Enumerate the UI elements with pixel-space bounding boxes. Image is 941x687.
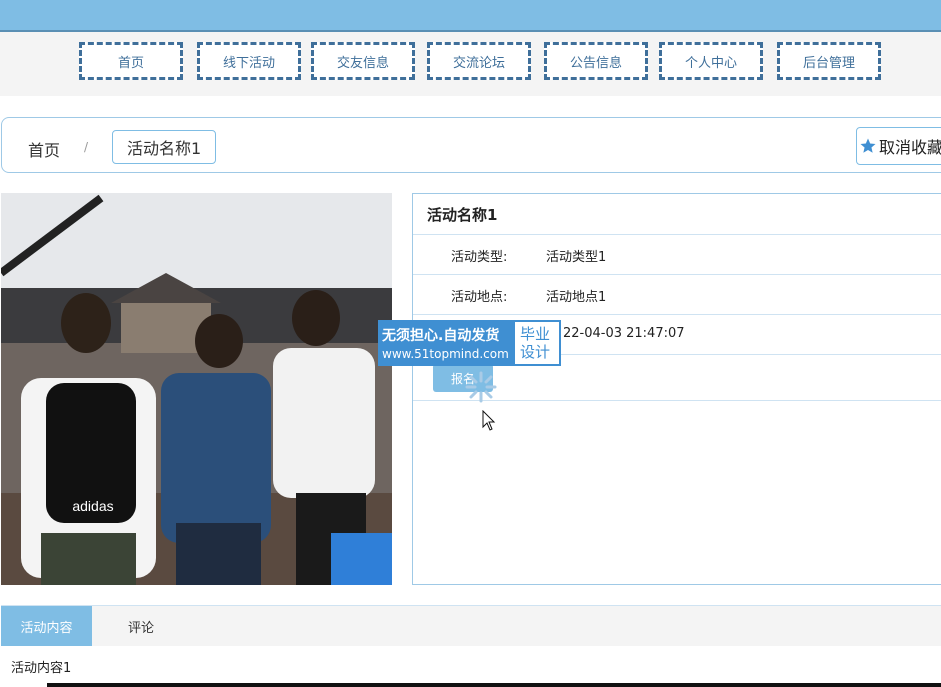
nav-item-forum[interactable]: 交流论坛 <box>427 42 531 80</box>
detail-value: 22-04-03 21:47:07 <box>563 326 685 341</box>
content-tabs: 活动内容 评论 <box>1 605 941 646</box>
detail-label: 活动地点: <box>451 290 508 305</box>
main-nav: 首页 线下活动 交友信息 交流论坛 公告信息 个人中心 后台管理 <box>0 32 941 96</box>
watermark-right1: 毕业 <box>520 325 551 343</box>
nav-item-offline-activities[interactable]: 线下活动 <box>197 42 301 80</box>
breadcrumb-current: 活动名称1 <box>112 130 217 164</box>
nav-item-label: 后台管理 <box>802 55 855 71</box>
tab-activity-content[interactable]: 活动内容 <box>1 606 92 646</box>
nav-item-admin[interactable]: 后台管理 <box>777 42 881 80</box>
bottom-border <box>47 683 941 687</box>
nav-item-label: 个人中心 <box>684 55 737 71</box>
adidas-logo-text: adidas <box>72 498 113 514</box>
nav-item-label: 公告信息 <box>569 55 622 71</box>
watermark-right: 毕业 设计 <box>513 320 561 366</box>
activity-title: 活动名称1 <box>413 194 941 235</box>
breadcrumb: 首页 / 活动名称1 取消收藏 <box>1 117 941 173</box>
top-banner <box>0 0 941 32</box>
breadcrumb-home-link[interactable]: 首页 <box>28 137 60 161</box>
nav-item-friends[interactable]: 交友信息 <box>311 42 415 80</box>
detail-row-location: 活动地点: 活动地点1 <box>413 275 941 315</box>
tab-label: 评论 <box>127 620 154 636</box>
nav-item-label: 线下活动 <box>222 55 275 71</box>
nav-item-personal-center[interactable]: 个人中心 <box>659 42 763 80</box>
watermark-line1: 无须担心.自动发货 <box>382 328 500 344</box>
detail-value: 活动地点1 <box>546 290 607 305</box>
watermark-right2: 设计 <box>520 343 551 361</box>
tab-comments[interactable]: 评论 <box>101 606 181 646</box>
star-icon <box>860 138 876 153</box>
nav-item-announcements[interactable]: 公告信息 <box>544 42 648 80</box>
nav-item-home[interactable]: 首页 <box>79 42 183 80</box>
breadcrumb-current-label: 活动名称1 <box>127 139 202 158</box>
nav-item-label: 交流论坛 <box>452 55 505 71</box>
cancel-favorite-button[interactable]: 取消收藏 <box>856 127 941 165</box>
detail-label: 活动类型: <box>451 250 508 265</box>
nav-item-label: 交友信息 <box>336 55 389 71</box>
watermark-left: 无须担心.自动发货 www.51topmind.com <box>378 320 513 366</box>
breadcrumb-separator: / <box>84 140 89 154</box>
activity-content-text: 活动内容1 <box>11 661 72 676</box>
activity-photo: adidas <box>1 193 392 585</box>
cancel-favorite-label: 取消收藏 <box>879 138 941 157</box>
detail-row-type: 活动类型: 活动类型1 <box>413 235 941 275</box>
tab-label: 活动内容 <box>20 620 73 636</box>
watermark-line2: www.51topmind.com <box>382 347 509 361</box>
loading-spinner-icon <box>465 371 497 403</box>
detail-value: 活动类型1 <box>546 250 607 265</box>
watermark-overlay: 无须担心.自动发货 www.51topmind.com 毕业 设计 <box>378 320 561 366</box>
nav-item-label: 首页 <box>117 55 144 71</box>
mouse-cursor-icon <box>482 410 496 431</box>
